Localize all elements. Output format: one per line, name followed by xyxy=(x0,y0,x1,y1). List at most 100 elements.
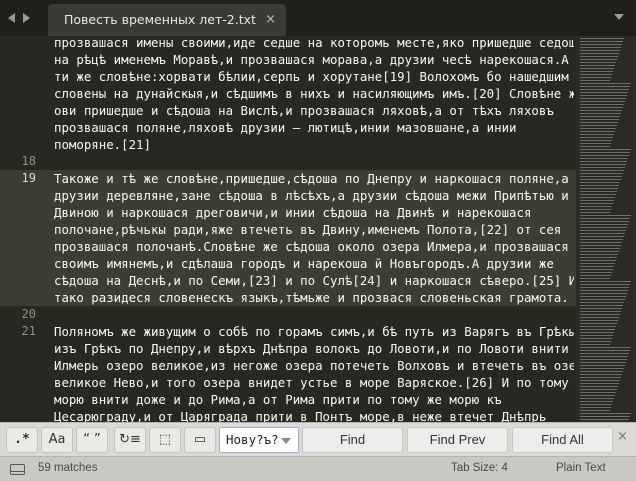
in-selection-toggle-icon[interactable]: ⬚ xyxy=(149,427,181,453)
minimap-line xyxy=(580,263,615,264)
minimap-line xyxy=(580,395,615,396)
code-line-text: ови пришедше и сѣдоша на Вислѣ,и прозваш… xyxy=(54,103,554,118)
minimap-line xyxy=(580,392,616,393)
code-line[interactable]: 21 Поляномъ же живущим о собѣ по горамъ с… xyxy=(0,323,576,340)
search-history-dropdown-icon[interactable] xyxy=(281,438,291,444)
code-line[interactable]: Цесарюграду,и от Царяграда прити в Понтъ… xyxy=(0,408,576,422)
minimap-line xyxy=(580,155,629,156)
close-find-panel-icon[interactable]: × xyxy=(617,429,628,444)
code-line-text: Поляномъ же живущим о собѣ по горамъ сим… xyxy=(54,324,574,339)
minimap-line xyxy=(580,92,628,93)
code-line[interactable]: тако разидеся словенескъ языкъ,тѣмьже и … xyxy=(0,289,576,306)
tab-size-selector[interactable]: Tab Size: 4 xyxy=(451,462,508,474)
minimap-line xyxy=(580,347,631,348)
minimap-line xyxy=(580,230,626,231)
code-line[interactable]: изъ Грѣкъ по Днепру,и вѣрхъ Днѣпра волок… xyxy=(0,340,576,357)
minimap-line xyxy=(580,311,621,312)
code-line[interactable]: прозвашася имены своими,иде седше на кот… xyxy=(0,36,576,51)
whole-word-toggle-icon[interactable]: “ ” xyxy=(76,427,108,453)
minimap-line xyxy=(580,176,622,177)
code-line[interactable]: прозвашася полочанѣ.Словѣне же сѣдоша ок… xyxy=(0,238,576,255)
tab-close-icon[interactable]: × xyxy=(265,4,276,36)
minimap-line xyxy=(580,233,625,234)
minimap-line xyxy=(580,50,620,51)
tab-navigation xyxy=(8,10,30,26)
find-all-button[interactable]: Find All xyxy=(512,427,613,453)
minimap-line xyxy=(580,254,618,255)
code-line-text: Илмерь озеро великое,из негоже озера пот… xyxy=(54,358,574,373)
minimap-line xyxy=(580,62,616,63)
code-line[interactable]: ови пришедше и сѣдоша на Вислѣ,и прозваш… xyxy=(0,102,576,119)
code-line[interactable]: на рѣцѣ именемъ Моравѣ,и прозвашася мора… xyxy=(0,51,576,68)
minimap-line xyxy=(580,170,624,171)
code-line[interactable]: 19 Такоже и тѣ же словѣне,пришедше,сѣдоша… xyxy=(0,170,576,187)
wrap-toggle-icon[interactable]: ↻≡ xyxy=(114,427,146,453)
minimap-line xyxy=(580,137,613,138)
minimap-line xyxy=(580,305,623,306)
code-line[interactable]: великое Нево,и того озера внидет устье в… xyxy=(0,374,576,391)
forward-arrow-icon[interactable] xyxy=(23,13,30,23)
minimap-line xyxy=(580,89,629,90)
code-line[interactable]: своимъ имянемъ,и сдѣлаша городъ и нареко… xyxy=(0,255,576,272)
minimap-line xyxy=(580,299,625,300)
code-line[interactable]: Илмерь озеро великое,из негоже озера пот… xyxy=(0,357,576,374)
line-number: 18 xyxy=(21,154,36,168)
case-sensitive-toggle-icon[interactable]: Aa xyxy=(41,427,73,453)
highlight-matches-toggle-icon[interactable]: ▭ xyxy=(184,427,216,453)
minimap-line xyxy=(580,38,624,39)
code-line-text: Такоже и тѣ же словѣне,пришедше,сѣдоша п… xyxy=(54,171,569,186)
minimap-line xyxy=(580,323,617,324)
minimap-line xyxy=(580,239,623,240)
minimap-line xyxy=(580,272,612,273)
minimap-line xyxy=(580,332,614,333)
code-line[interactable]: ти же словѣне:хорвати бѣлии,серпь и хору… xyxy=(0,68,576,85)
regex-toggle-icon[interactable]: .* xyxy=(6,427,38,453)
minimap-line xyxy=(580,389,617,390)
code-line[interactable]: 20 xyxy=(0,306,576,323)
minimap-line xyxy=(580,344,610,345)
editor-area[interactable]: прозвашася имены своими,иде седше на кот… xyxy=(0,36,636,422)
minimap-line xyxy=(580,278,610,279)
minimap-line xyxy=(580,65,615,66)
back-arrow-icon[interactable] xyxy=(8,13,15,23)
minimap-line xyxy=(580,182,620,183)
code-line-text: прозвашася полочанѣ.Словѣне же сѣдоша ок… xyxy=(54,239,569,254)
minimap-line xyxy=(580,407,611,408)
code-line-text: прозвашася имены своими,иде седше на кот… xyxy=(54,36,574,50)
code-line[interactable]: Двиною и наркошася дреговичи,и инии сѣдо… xyxy=(0,204,576,221)
code-line[interactable]: друзии деревляне,зане сѣдоша в лѣсѣхъ,а … xyxy=(0,187,576,204)
code-line-text: тако разидеся словенескъ языкъ,тѣмьже и … xyxy=(54,290,569,305)
code-line[interactable]: 18 xyxy=(0,153,576,170)
code-line-text: сѣдоша на Деснѣ,и по Семи,[23] и по Сулѣ… xyxy=(54,273,574,288)
minimap-line xyxy=(580,416,630,417)
minimap-line xyxy=(580,152,630,153)
minimap-line xyxy=(580,374,622,375)
minimap-line xyxy=(580,314,620,315)
minimap-line xyxy=(580,68,614,69)
minimap-line xyxy=(580,146,610,147)
find-button[interactable]: Find xyxy=(302,427,403,453)
panel-toggle-icon[interactable] xyxy=(10,464,25,475)
minimap-line xyxy=(580,320,618,321)
minimap-line xyxy=(580,251,619,252)
code-line[interactable]: словены на дунайскыя,и сѣдшимъ в нихъ и … xyxy=(0,85,576,102)
tab-list-dropdown-icon[interactable] xyxy=(614,14,624,20)
code-line[interactable]: полочане,рѣчькы ради,яже втечеть въ Двин… xyxy=(0,221,576,238)
code-line-text: морю внити доже и до Рима,а от Рима прит… xyxy=(54,392,502,407)
code-line[interactable]: прозвашася поляне,ляховѣ друзии — лютицѣ… xyxy=(0,119,576,136)
find-prev-button[interactable]: Find Prev xyxy=(407,427,508,453)
minimap-line xyxy=(580,221,629,222)
code-line[interactable]: морю внити доже и до Рима,а от Рима прит… xyxy=(0,391,576,408)
minimap-line xyxy=(580,143,611,144)
minimap[interactable] xyxy=(576,36,636,422)
syntax-selector[interactable]: Plain Text xyxy=(556,462,606,474)
minimap-line xyxy=(580,71,613,72)
minimap-line xyxy=(580,413,631,414)
minimap-line xyxy=(580,209,611,210)
code-line[interactable]: сѣдоша на Деснѣ,и по Семи,[23] и по Сулѣ… xyxy=(0,272,576,289)
search-input[interactable]: Нову?ъ? xyxy=(219,427,299,453)
minimap-line xyxy=(580,368,624,369)
code-line[interactable]: поморяне.[21] xyxy=(0,136,576,153)
minimap-line xyxy=(580,335,613,336)
tab-file[interactable]: Повесть временных лет-2.txt × xyxy=(48,4,286,36)
